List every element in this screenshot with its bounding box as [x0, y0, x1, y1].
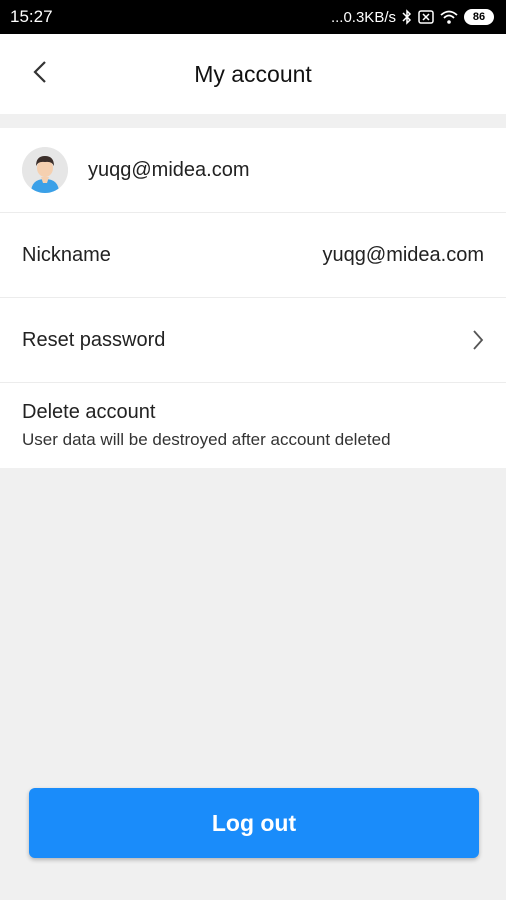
reset-password-row[interactable]: Reset password: [0, 298, 506, 383]
nickname-value: yuqg@midea.com: [322, 243, 484, 266]
app-header: My account: [0, 34, 506, 114]
nickname-row[interactable]: Nickname yuqg@midea.com: [0, 213, 506, 298]
nickname-label: Nickname: [22, 243, 111, 266]
back-button[interactable]: [22, 56, 58, 92]
logout-button[interactable]: Log out: [29, 788, 479, 858]
status-bar: 15:27 ...0.3KB/s 86: [0, 0, 506, 34]
delete-account-subtitle: User data will be destroyed after accoun…: [22, 430, 391, 449]
status-time: 15:27: [10, 7, 53, 26]
account-email: yuqg@midea.com: [88, 158, 250, 181]
delete-account-row[interactable]: Delete account User data will be destroy…: [0, 383, 506, 468]
delete-account-label: Delete account: [22, 401, 156, 423]
status-icons: ...0.3KB/s 86: [331, 9, 494, 26]
wifi-icon: [440, 10, 458, 24]
chevron-left-icon: [33, 60, 47, 89]
page-title: My account: [194, 60, 312, 87]
bluetooth-icon: [402, 9, 412, 25]
profile-row: yuqg@midea.com: [0, 128, 506, 213]
account-list: yuqg@midea.com Nickname yuqg@midea.com R…: [0, 128, 506, 468]
chevron-right-icon: [472, 329, 484, 351]
reset-password-label: Reset password: [22, 328, 166, 351]
user-avatar-icon: [22, 147, 68, 193]
battery-icon: 86: [464, 9, 494, 25]
no-sim-icon: [418, 10, 434, 24]
network-speed: ...0.3KB/s: [330, 8, 396, 26]
